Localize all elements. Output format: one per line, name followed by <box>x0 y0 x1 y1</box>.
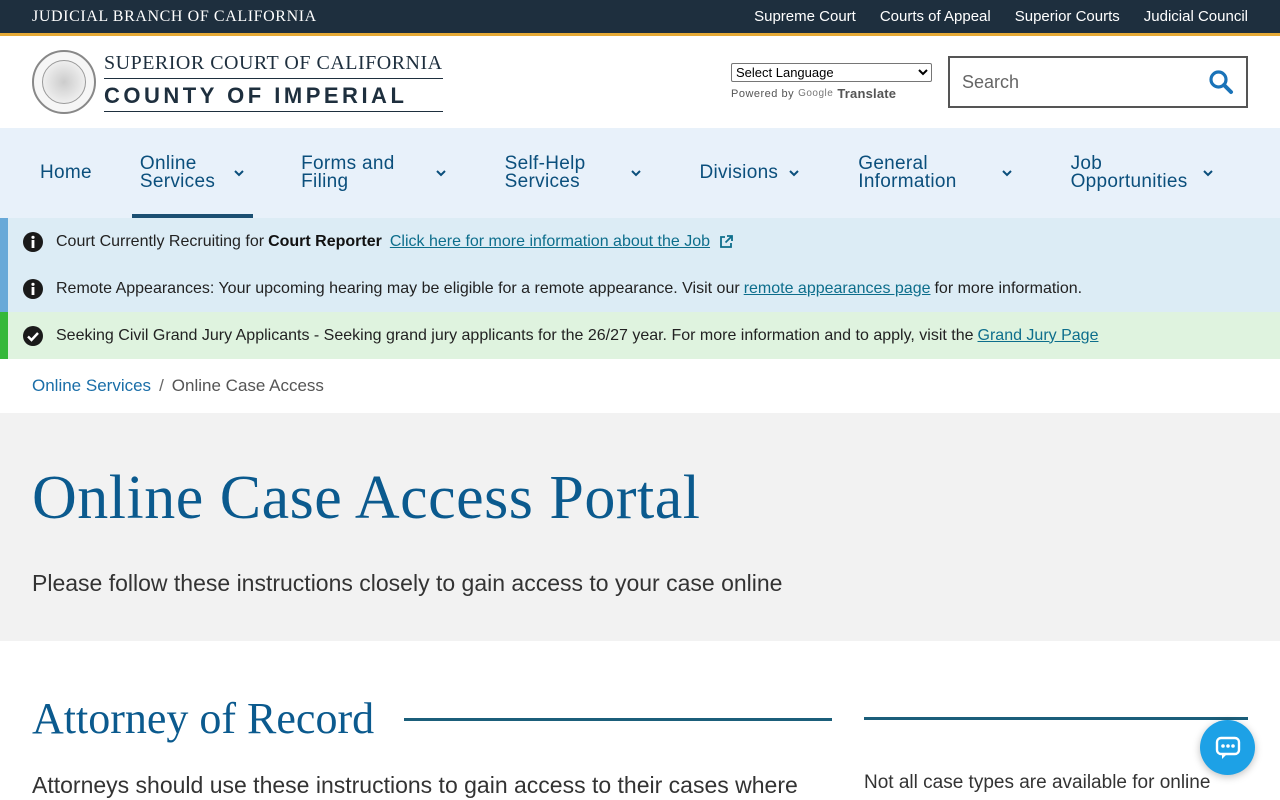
judicial-branch-brand[interactable]: JUDICIAL BRANCH OF CALIFORNIA <box>32 8 317 26</box>
court-logo[interactable]: SUPERIOR COURT OF CALIFORNIA COUNTY OF I… <box>32 50 443 114</box>
nav-general-information[interactable]: General Information <box>850 128 1020 218</box>
alert-text: Court Currently Recruiting for Court Rep… <box>56 233 734 251</box>
google-translate: Select Language Powered by Google Transl… <box>731 63 932 101</box>
language-select[interactable]: Select Language <box>731 63 932 82</box>
search-box <box>948 56 1248 108</box>
nav-self-help-services[interactable]: Self-Help Services <box>497 128 650 218</box>
job-info-link[interactable]: Click here for more information about th… <box>390 233 710 251</box>
site-header: SUPERIOR COURT OF CALIFORNIA COUNTY OF I… <box>0 36 1280 128</box>
chevron-down-icon <box>234 170 244 177</box>
powered-by-google: Powered by Google Translate <box>731 86 932 101</box>
nav-label: Self-Help Services <box>504 153 586 192</box>
nav-home[interactable]: Home <box>32 128 100 218</box>
alert-text: Remote Appearances: Your upcoming hearin… <box>56 280 1082 298</box>
search-input[interactable] <box>962 71 1192 93</box>
breadcrumb-separator: / <box>159 376 164 395</box>
top-link-judicial-council[interactable]: Judicial Council <box>1144 8 1248 25</box>
side-note: Not all case types are available for onl… <box>864 772 1211 793</box>
chevron-down-icon <box>1001 170 1012 177</box>
nav-divisions[interactable]: Divisions <box>692 128 809 218</box>
main-column: Attorney of Record Attorneys should use … <box>32 693 832 799</box>
nav-job-opportunities[interactable]: Job Opportunities <box>1063 128 1222 218</box>
logo-line1: SUPERIOR COURT OF CALIFORNIA <box>104 52 443 79</box>
top-links: Supreme Court Courts of Appeal Superior … <box>754 8 1248 25</box>
alert-recruit-prefix: Court Currently Recruiting for <box>56 232 265 250</box>
chevron-down-icon <box>1202 170 1213 177</box>
top-link-courts-of-appeal[interactable]: Courts of Appeal <box>880 8 991 25</box>
logo-line2: COUNTY OF IMPERIAL <box>104 79 443 112</box>
chat-button[interactable] <box>1200 720 1255 775</box>
top-link-supreme-court[interactable]: Supreme Court <box>754 8 856 25</box>
nav-forms-and-filing[interactable]: Forms and Filing <box>293 128 455 218</box>
grand-jury-link[interactable]: Grand Jury Page <box>978 327 1099 345</box>
nav-label: Online Services <box>139 153 216 192</box>
chevron-down-icon <box>435 170 446 177</box>
info-circle-icon <box>23 278 43 299</box>
side-column: Not all case types are available for onl… <box>864 693 1248 799</box>
section-body: Attorneys should use these instructions … <box>32 772 798 798</box>
nav-label: Forms and Filing <box>301 153 395 192</box>
alert-remote-prefix: Remote Appearances: Your upcoming hearin… <box>56 279 740 297</box>
chat-icon <box>1215 736 1240 759</box>
external-link-icon[interactable] <box>718 234 734 250</box>
nav-label: Divisions <box>699 162 779 183</box>
alert-remote-suffix: for more information. <box>934 279 1083 297</box>
section-heading: Attorney of Record <box>32 694 375 743</box>
section-header: Attorney of Record <box>32 693 832 744</box>
alert-recruit-position: Court Reporter <box>268 232 382 250</box>
powered-by-label: Powered by <box>731 87 795 100</box>
search-icon[interactable] <box>1208 69 1234 95</box>
alert-text: Seeking Civil Grand Jury Applicants - Se… <box>56 327 1098 345</box>
breadcrumb-online-services[interactable]: Online Services <box>32 376 151 396</box>
google-logo-icon: Google <box>798 88 834 99</box>
top-utility-bar: JUDICIAL BRANCH OF CALIFORNIA Supreme Co… <box>0 0 1280 36</box>
page-hero: Online Case Access Portal Please follow … <box>0 413 1280 641</box>
alert-grand-jury: Seeking Civil Grand Jury Applicants - Se… <box>0 312 1280 359</box>
chevron-down-icon <box>789 170 799 177</box>
side-divider <box>864 717 1248 720</box>
nav-online-services[interactable]: Online Services <box>131 128 254 218</box>
chevron-down-icon <box>630 170 641 177</box>
alert-jury-prefix: Seeking Civil Grand Jury Applicants - Se… <box>56 326 974 344</box>
info-circle-icon <box>23 231 43 252</box>
check-circle-icon <box>23 325 43 346</box>
main-navigation: Home Online Services Forms and Filing Se… <box>0 128 1280 218</box>
alert-court-reporter: Court Currently Recruiting for Court Rep… <box>0 218 1280 265</box>
nav-label: Job Opportunities <box>1070 153 1188 192</box>
alert-remote-appearances: Remote Appearances: Your upcoming hearin… <box>0 265 1280 312</box>
translate-label[interactable]: Translate <box>837 86 896 101</box>
breadcrumb: Online Services / Online Case Access <box>0 359 1280 413</box>
court-seal-icon <box>32 50 96 114</box>
top-link-superior-courts[interactable]: Superior Courts <box>1015 8 1120 25</box>
logo-text: SUPERIOR COURT OF CALIFORNIA COUNTY OF I… <box>104 52 443 112</box>
remote-appearances-link[interactable]: remote appearances page <box>744 280 931 298</box>
section-divider <box>404 718 832 721</box>
nav-label: Home <box>40 162 92 183</box>
header-tools: Select Language Powered by Google Transl… <box>731 56 1248 108</box>
nav-label: General Information <box>858 153 957 192</box>
page-subtitle: Please follow these instructions closely… <box>32 570 783 596</box>
breadcrumb-current: Online Case Access <box>171 376 324 395</box>
main-content: Attorney of Record Attorneys should use … <box>0 641 1280 799</box>
page-title: Online Case Access Portal <box>32 464 701 532</box>
